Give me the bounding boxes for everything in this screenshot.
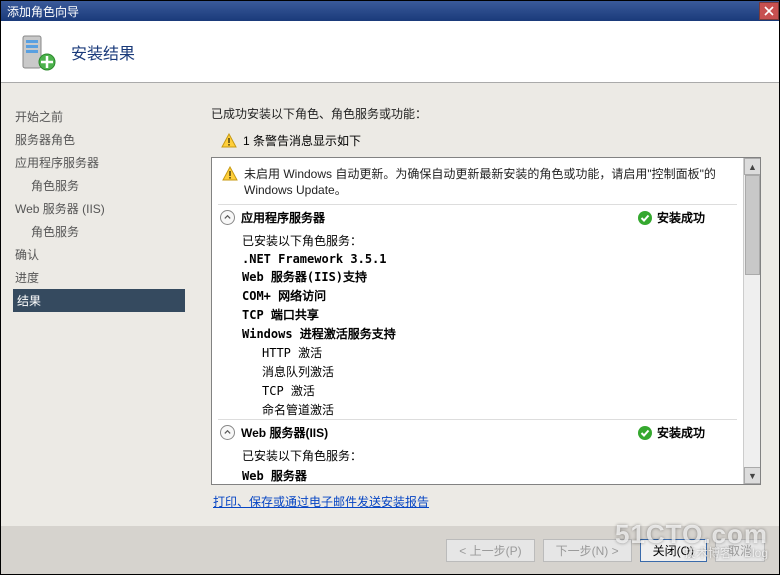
scroll-thumb[interactable] [745,175,760,275]
list-subitem: HTTP 激活 [262,343,737,362]
cancel-button: 取消 [715,539,765,562]
results-box: 未启用 Windows 自动更新。为确保自动更新最新安装的角色或功能，请启用"控… [211,157,761,485]
sidebar-item-role-services-2[interactable]: 角色服务 [13,220,185,243]
previous-button: < 上一步(P) [446,539,534,562]
sidebar-item-progress[interactable]: 进度 [13,266,185,289]
sidebar-item-web-server-iis[interactable]: Web 服务器 (IIS) [13,197,185,220]
section-title: 应用程序服务器 [241,209,325,226]
scroll-up-button[interactable]: ▲ [744,158,761,175]
close-button[interactable]: 关闭(O) [640,539,707,562]
sidebar-item-confirmation[interactable]: 确认 [13,243,185,266]
success-icon [637,210,653,226]
role-services-list: .NET Framework 3.5.1 Web 服务器(IIS)支持 COM+… [218,251,737,419]
list-item: Web 服务器 [242,466,737,484]
wizard-header: 安装结果 [1,21,779,83]
warning-summary: 1 条警告消息显示如下 [221,132,761,149]
page-title: 安装结果 [71,40,135,64]
list-subitem: TCP 激活 [262,381,737,400]
list-item: COM+ 网络访问 [242,286,737,305]
sidebar-item-server-roles[interactable]: 服务器角色 [13,128,185,151]
warning-summary-text: 1 条警告消息显示如下 [243,132,361,149]
chevron-up-icon [223,428,232,437]
sidebar-item-before-begin[interactable]: 开始之前 [13,105,185,128]
role-services-list: Web 服务器 常见 HTTP 功能 静态内容 [218,466,737,484]
chevron-up-icon [223,213,232,222]
status-text: 安装成功 [657,209,705,226]
sidebar-item-results[interactable]: 结果 [13,289,185,312]
collapse-toggle[interactable] [220,210,235,225]
status-text: 安装成功 [657,424,705,441]
section-app-server: 应用程序服务器 安装成功 [218,204,737,230]
list-item: TCP 端口共享 [242,305,737,324]
vertical-scrollbar[interactable]: ▲ ▼ [743,158,760,484]
section-subintro: 已安装以下角色服务： [218,230,737,251]
list-subitem: 消息队列激活 [262,362,737,381]
scroll-down-button[interactable]: ▼ [744,467,761,484]
warning-icon [222,166,238,182]
sidebar-item-role-services-1[interactable]: 角色服务 [13,174,185,197]
list-item: .NET Framework 3.5.1 [242,251,737,267]
main-panel: 已成功安装以下角色、角色服务或功能： 1 条警告消息显示如下 未启用 Windo… [197,83,779,526]
window-close-button[interactable] [759,2,779,20]
list-subitem: 命名管道激活 [262,400,737,419]
update-notice-text: 未启用 Windows 自动更新。为确保自动更新最新安装的角色或功能，请启用"控… [244,166,733,198]
intro-text: 已成功安装以下角色、角色服务或功能： [211,105,761,122]
section-subintro: 已安装以下角色服务： [218,445,737,466]
status-badge: 安装成功 [637,209,705,226]
server-role-icon [17,32,57,72]
update-notice: 未启用 Windows 自动更新。为确保自动更新最新安装的角色或功能，请启用"控… [218,164,737,204]
print-save-email-report-link[interactable]: 打印、保存或通过电子邮件发送安装报告 [213,495,429,509]
sidebar-item-app-server[interactable]: 应用程序服务器 [13,151,185,174]
collapse-toggle[interactable] [220,425,235,440]
section-web-server-iis: Web 服务器(IIS) 安装成功 [218,419,737,445]
next-button: 下一步(N) > [543,539,632,562]
titlebar: 添加角色向导 [1,1,779,21]
close-icon [764,6,774,16]
status-badge: 安装成功 [637,424,705,441]
list-item: Windows 进程激活服务支持 [242,324,737,343]
wizard-steps-sidebar: 开始之前 服务器角色 应用程序服务器 角色服务 Web 服务器 (IIS) 角色… [1,83,197,526]
wizard-buttons: < 上一步(P) 下一步(N) > 关闭(O) 取消 [1,526,779,574]
success-icon [637,425,653,441]
window-title: 添加角色向导 [7,3,79,20]
warning-icon [221,133,237,149]
list-item: Web 服务器(IIS)支持 [242,267,737,286]
section-title: Web 服务器(IIS) [241,424,328,441]
